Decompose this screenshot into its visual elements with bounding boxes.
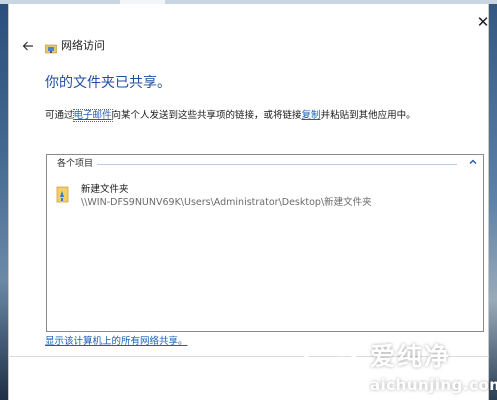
- shared-folder-icon: [56, 185, 70, 205]
- chevron-up-icon[interactable]: [467, 157, 479, 169]
- window-title: 网络访问: [61, 39, 105, 52]
- desc-before: 可通过: [45, 110, 74, 121]
- watermark-chinese-text: 爱纯净: [370, 342, 452, 371]
- shared-items-list[interactable]: 各个项目 新建文件夹 \\WIN-DFS9NUNV69K\Users\Admin…: [46, 154, 484, 332]
- copy-link[interactable]: 复制: [302, 110, 321, 121]
- group-header: 各个项目: [57, 159, 94, 169]
- show-all-shares-link[interactable]: 显示该计算机上的所有网络共享。: [45, 336, 188, 348]
- watermark-emblem-icon: [303, 345, 357, 397]
- shared-item-name[interactable]: 新建文件夹: [81, 184, 129, 196]
- desc-after: 并粘贴到其他应用中。: [320, 110, 416, 121]
- close-icon[interactable]: ✕: [475, 14, 491, 30]
- email-link[interactable]: 电子邮件: [72, 109, 113, 122]
- group-divider: [97, 164, 457, 165]
- description: 可通过电子邮件向某个人发送到这些共享项的链接，或将链接复制并粘贴到其他应用中。: [45, 109, 416, 122]
- page-heading: 你的文件夹已共享。: [45, 75, 171, 91]
- back-arrow-icon[interactable]: [21, 39, 35, 53]
- desc-middle: 向某个人发送到这些共享项的链接，或将链接: [111, 110, 302, 121]
- watermark-domain-text: aichunjing.com: [370, 376, 497, 394]
- shared-item-path: \\WIN-DFS9NUNV69K\Users\Administrator\De…: [81, 197, 372, 208]
- desktop-background-left: [0, 0, 8, 400]
- watermark-logo: 爱纯净 aichunjing.com: [298, 340, 497, 398]
- network-folder-icon: [45, 40, 57, 54]
